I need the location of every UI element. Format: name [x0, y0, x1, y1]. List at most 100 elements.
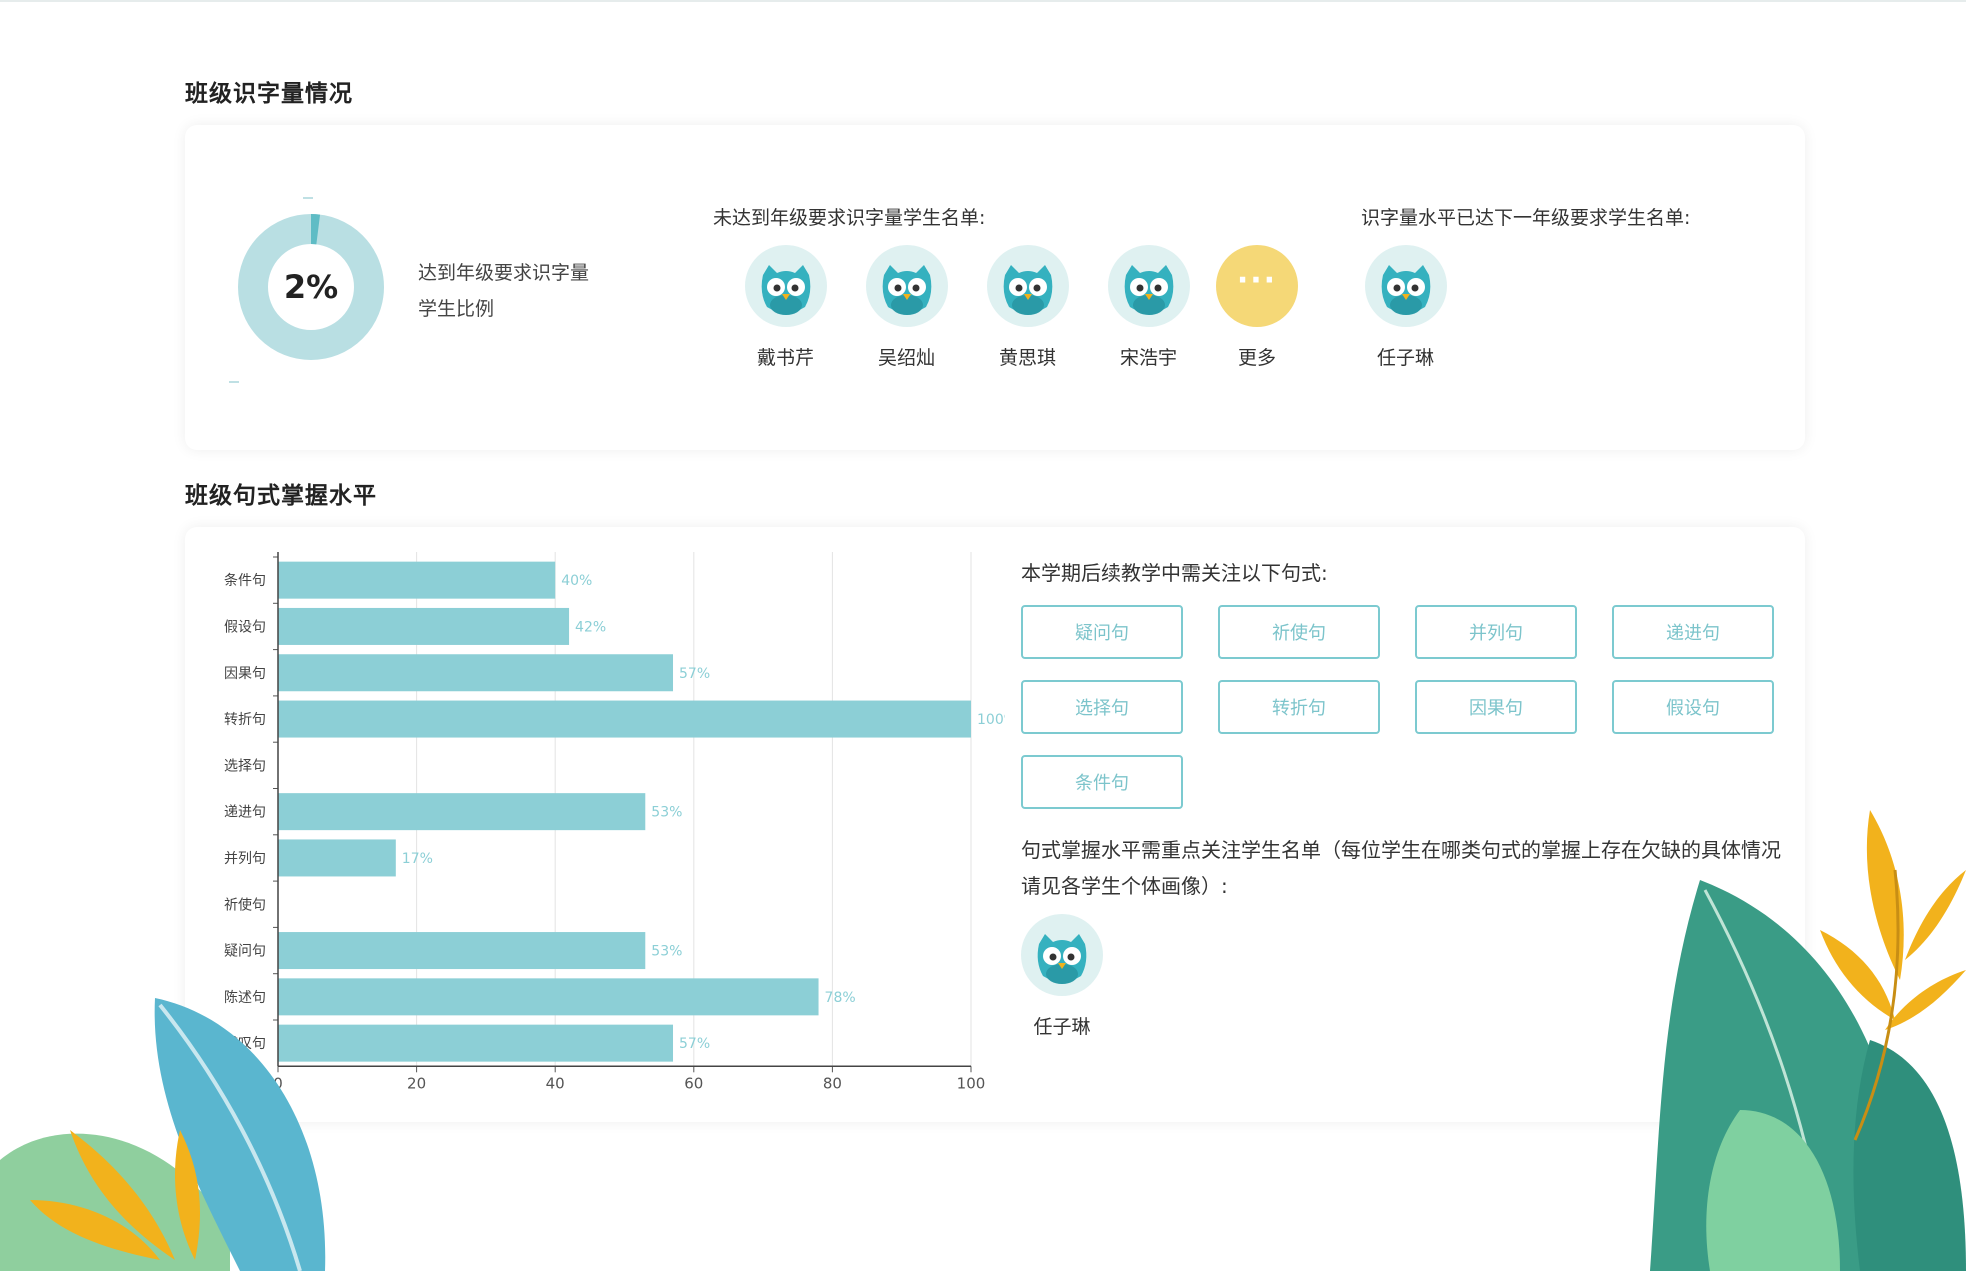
tag-jiasheju[interactable]: 假设句: [1612, 680, 1774, 734]
bar: [278, 932, 646, 970]
bar: [278, 1024, 674, 1062]
x-tick-label: 80: [823, 1074, 842, 1092]
leaf-shape: [1905, 870, 1966, 960]
student-name: 任子琳: [1033, 1016, 1091, 1038]
decor-dash: [229, 381, 239, 383]
section-title-sentence: 班级句式掌握水平: [185, 483, 377, 509]
student-item[interactable]: 黄思琪: [967, 245, 1088, 370]
owl-icon: [1124, 265, 1173, 315]
sentence-mastery-chart: 0 20 40 60 80 100 条件句 40% 假设句 42% 因果句 57% 转折句 100% 选择句…: [224, 552, 1005, 1092]
section-title-literacy: 班级识字量情况: [185, 81, 353, 107]
leaf-shape: [1853, 1040, 1966, 1271]
y-tick-label: 祈使句: [224, 896, 266, 913]
y-tick-label: 疑问句: [224, 944, 266, 960]
student-avatar[interactable]: [1107, 245, 1190, 327]
y-tick-label: 选择句: [224, 758, 266, 774]
bar: [278, 654, 674, 692]
student-item[interactable]: 吴绍灿: [846, 245, 967, 370]
owl-icon: [761, 265, 810, 315]
owl-icon: [1003, 265, 1052, 315]
focus-title: 本学期后续教学中需关注以下句式:: [1021, 561, 1328, 585]
student-item[interactable]: 任子琳: [1345, 245, 1466, 370]
tag-yinguoju[interactable]: 因果句: [1415, 680, 1577, 734]
student-name: 任子琳: [1376, 347, 1434, 369]
bar-value-label: 57%: [679, 1036, 710, 1052]
x-tick-label: 100: [957, 1074, 986, 1092]
bar-value-label: 17%: [402, 851, 433, 867]
not-reached-student-list: 戴书芹 吴绍灿 黄思琪 宋浩宇 ··· 更多: [725, 245, 1305, 370]
leaf-stem: [1853, 869, 1900, 1141]
leaf-shape: [70, 1130, 175, 1260]
sentence-card: 0 20 40 60 80 100 条件句 40% 假设句 42% 因果句 57% 转折句 100% 选择句…: [185, 527, 1805, 1122]
y-tick-label: 递进句: [224, 805, 266, 821]
more-icon[interactable]: ···: [1216, 245, 1298, 327]
student-item[interactable]: 任子琳: [1021, 914, 1103, 1039]
tag-zhuanzheju[interactable]: 转折句: [1218, 680, 1380, 734]
bar: [278, 793, 646, 831]
x-tick-label: 0: [273, 1074, 283, 1092]
y-tick-label: 假设句: [224, 619, 266, 635]
student-name: 吴绍灿: [877, 347, 935, 369]
next-level-title: 识字量水平已达下一年级要求学生名单:: [1361, 207, 1691, 229]
bar-value-label: 100%: [977, 712, 1005, 728]
x-tick-label: 60: [684, 1074, 703, 1092]
more-label: 更多: [1237, 347, 1276, 369]
leaf-shape: [0, 1133, 230, 1271]
bar: [278, 561, 556, 599]
bar-value-label: 42%: [575, 619, 606, 635]
tag-qishiju[interactable]: 祈使句: [1218, 605, 1380, 659]
student-avatar[interactable]: [865, 245, 948, 327]
bar: [278, 978, 819, 1016]
owl-icon: [1381, 265, 1430, 315]
decor-dash: [303, 197, 313, 199]
literacy-rate-value: 2%: [283, 268, 339, 306]
literacy-rate-desc-line1: 达到年级要求识字量: [418, 262, 590, 284]
student-name: 黄思琪: [998, 347, 1056, 369]
tag-dijinju[interactable]: 递进句: [1612, 605, 1774, 659]
student-avatar[interactable]: [744, 245, 827, 327]
bar: [278, 700, 971, 738]
student-item[interactable]: 宋浩宇: [1088, 245, 1209, 370]
leaf-shape: [1820, 930, 1895, 1020]
ellipsis-icon: ···: [1236, 263, 1278, 298]
bar-value-label: 53%: [651, 944, 682, 960]
next-level-student-list: 任子琳: [1345, 245, 1466, 370]
leaf-shape: [1706, 1110, 1840, 1271]
bar: [278, 607, 570, 645]
student-avatar[interactable]: [1021, 914, 1103, 996]
owl-icon: [882, 265, 931, 315]
student-name: 宋浩宇: [1119, 347, 1177, 369]
student-item[interactable]: 戴书芹: [725, 245, 846, 370]
y-tick-label: 感叹句: [224, 1035, 266, 1052]
focus-students-desc: 句式掌握水平需重点关注学生名单（每位学生在哪类句式的掌握上存在欠缺的具体情况请见…: [1021, 838, 1781, 898]
owl-icon: [1037, 934, 1087, 984]
tag-binglieju[interactable]: 并列句: [1415, 605, 1577, 659]
literacy-rate-desc: 达到年级要求识字量 学生比例: [418, 255, 638, 327]
x-tick-label: 20: [407, 1074, 426, 1092]
bar: [278, 839, 396, 877]
bar-value-label: 40%: [561, 573, 592, 589]
top-divider: [0, 0, 1966, 2]
student-name: 戴书芹: [756, 347, 814, 369]
y-tick-label: 因果句: [224, 666, 266, 682]
bar-value-label: 57%: [679, 666, 710, 682]
more-students-button[interactable]: ··· 更多: [1209, 245, 1305, 370]
tag-yiwenju[interactable]: 疑问句: [1021, 605, 1183, 659]
student-avatar[interactable]: [986, 245, 1069, 327]
leaf-shape: [30, 1200, 160, 1260]
bar-value-label: 53%: [651, 805, 682, 821]
x-tick-label: 40: [546, 1074, 565, 1092]
literacy-rate-desc-line2: 学生比例: [418, 298, 495, 320]
tag-xuanzeju[interactable]: 选择句: [1021, 680, 1183, 734]
leaf-shape: [1866, 810, 1904, 980]
y-tick-label: 转折句: [224, 712, 266, 728]
y-tick-label: 并列句: [224, 851, 266, 867]
leaf-shape: [175, 1130, 200, 1260]
student-avatar[interactable]: [1364, 245, 1447, 327]
leaf-shape: [1885, 970, 1966, 1030]
literacy-rate-donut: 2%: [237, 213, 385, 361]
tag-tiaojianju[interactable]: 条件句: [1021, 755, 1183, 809]
bar-value-label: 78%: [825, 990, 856, 1006]
not-reached-title: 未达到年级要求识字量学生名单:: [713, 207, 986, 229]
y-tick-label: 陈述句: [224, 989, 266, 1006]
